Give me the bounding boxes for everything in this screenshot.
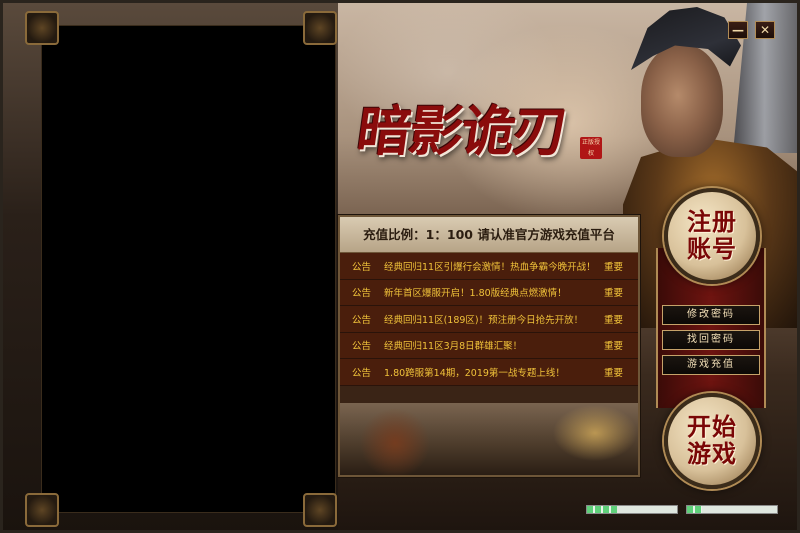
notice-list: 公告 经典回归11区引爆行会激情！热血争霸今晚开战！ 重要 公告 新年首区爆服开… <box>340 253 638 386</box>
recharge-button[interactable]: 游戏充值 <box>662 355 760 375</box>
promo-banner-image[interactable] <box>340 403 638 475</box>
notice-text[interactable]: 1.80跨服第14期，2019第一战专题上线！ <box>380 365 604 379</box>
start-game-button[interactable]: 开始 游戏 <box>664 393 760 489</box>
left-display-area <box>41 25 336 513</box>
start-game-label: 开始 游戏 <box>687 413 737 468</box>
notice-panel: 充值比例：1：100 请认准官方游戏充值平台 公告 经典回归11区引爆行会激情！… <box>338 215 640 477</box>
recharge-ratio-header: 充值比例：1：100 请认准官方游戏充值平台 <box>340 217 638 253</box>
notice-item[interactable]: 公告 1.80跨服第14期，2019第一战专题上线！ 重要 <box>340 359 638 386</box>
hero-head-artwork <box>641 45 723 157</box>
notice-level: 重要 <box>604 314 624 326</box>
notice-tag: 公告 <box>352 341 372 353</box>
logo-seal: 正版授权 <box>580 137 602 159</box>
corner-ornament-icon <box>25 11 59 45</box>
notice-text[interactable]: 经典回归11区3月8日群雄汇聚！ <box>380 338 604 352</box>
register-account-button[interactable]: 注册 账号 <box>664 188 760 284</box>
notice-tag: 公告 <box>352 314 372 326</box>
game-logo: 暗影诡刃 正版授权 <box>353 75 608 185</box>
notice-tag: 公告 <box>352 288 372 300</box>
notice-level: 重要 <box>604 288 624 300</box>
notice-item[interactable]: 公告 经典回归11区3月8日群雄汇聚！ 重要 <box>340 332 638 359</box>
register-account-label: 注册 账号 <box>687 208 737 263</box>
notice-text[interactable]: 经典回归11区(189区)！预注册今日抢先开放！ <box>380 312 604 326</box>
progress-bar-2 <box>686 505 778 514</box>
minimize-button[interactable]: — <box>728 21 748 39</box>
notice-text[interactable]: 新年首区爆服开启！1.80版经典点燃激情！ <box>380 285 604 299</box>
notice-tag: 公告 <box>352 367 372 379</box>
progress-fill-1 <box>587 506 617 513</box>
progress-bar-1 <box>586 505 678 514</box>
corner-ornament-icon <box>303 11 337 45</box>
close-button[interactable]: ✕ <box>755 21 775 39</box>
launcher-window: 暗影诡刃 正版授权 — ✕ 充值比例：1：100 请认准官方游戏充值平台 公告 … <box>0 0 800 533</box>
notice-level: 重要 <box>604 367 624 379</box>
notice-text[interactable]: 经典回归11区引爆行会激情！热血争霸今晚开战！ <box>380 259 604 273</box>
recover-password-button[interactable]: 找回密码 <box>662 330 760 350</box>
change-password-button[interactable]: 修改密码 <box>662 305 760 325</box>
progress-fill-2 <box>687 506 703 513</box>
notice-item[interactable]: 公告 新年首区爆服开启！1.80版经典点燃激情！ 重要 <box>340 279 638 306</box>
notice-level: 重要 <box>604 261 624 273</box>
notice-item[interactable]: 公告 经典回归11区引爆行会激情！热血争霸今晚开战！ 重要 <box>340 253 638 280</box>
game-logo-text: 暗影诡刃 <box>352 99 570 163</box>
notice-item[interactable]: 公告 经典回归11区(189区)！预注册今日抢先开放！ 重要 <box>340 306 638 333</box>
corner-ornament-icon <box>25 493 59 527</box>
corner-ornament-icon <box>303 493 337 527</box>
notice-tag: 公告 <box>352 261 372 273</box>
notice-level: 重要 <box>604 341 624 353</box>
